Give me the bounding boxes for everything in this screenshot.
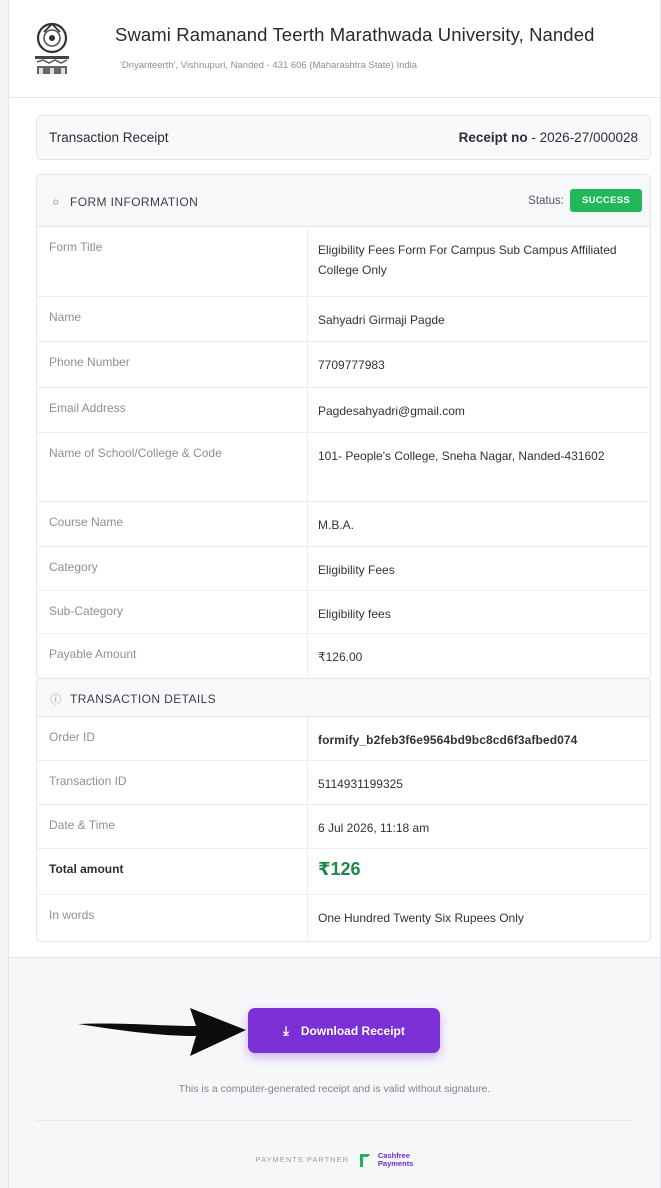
form-information-header: ⚪︎ FORM INFORMATION Status: SUCCESS — [37, 175, 650, 227]
form-information-section: ⚪︎ FORM INFORMATION Status: SUCCESS Form T… — [36, 174, 651, 679]
row-value: Pagdesahyadri@gmail.com — [318, 404, 465, 418]
row-value: Eligibility Fees — [318, 563, 395, 577]
table-row: Category Eligibility Fees — [37, 547, 650, 591]
row-label: Form Title — [37, 227, 308, 296]
receipt-number-label: Receipt no — [458, 130, 528, 145]
transaction-details-section: ⓘ TRANSACTION DETAILS Order ID formify_b2… — [36, 678, 651, 942]
table-row: Email Address Pagdesahyadri@gmail.com — [37, 388, 650, 433]
download-icon: ⤓ — [283, 1022, 289, 1038]
row-label: Order ID — [37, 717, 308, 760]
transaction-id-value: 5114931199325 — [318, 777, 403, 791]
row-label: Sub-Category — [37, 591, 308, 633]
row-label: Course Name — [37, 502, 308, 546]
row-label: In words — [37, 895, 308, 941]
row-value: Eligibility Fees Form For Campus Sub Cam… — [318, 243, 617, 277]
divider — [36, 1120, 633, 1121]
transaction-details-title: TRANSACTION DETAILS — [70, 692, 217, 706]
row-label: Phone Number — [37, 342, 308, 387]
row-label: Payable Amount — [37, 634, 308, 678]
order-id-value: formify_b2feb3f6e9564bd9bc8cd6f3afbed074 — [318, 733, 578, 747]
university-header: Swami Ramanand Teerth Marathwada Univers… — [9, 0, 660, 98]
row-value: 7709777983 — [318, 358, 385, 372]
transaction-details-header: ⓘ TRANSACTION DETAILS — [37, 679, 650, 717]
arrow-icon — [78, 1008, 246, 1056]
status-label: Status: — [528, 194, 564, 207]
receipt-number: Receipt no - 2026-27/000028 — [459, 130, 638, 145]
row-label: Name of School/College & Code — [37, 433, 308, 501]
payments-partner: PAYMENTS PARTNER Cashfree Payments — [9, 1151, 660, 1169]
table-row: Name of School/College & Code 101- Peopl… — [37, 433, 650, 502]
info-icon: ⓘ — [50, 694, 62, 706]
receipt-note: This is a computer-generated receipt and… — [178, 1083, 491, 1095]
row-value: 101- People's College, Sneha Nagar, Nand… — [318, 449, 605, 463]
table-row: Form Title Eligibility Fees Form For Cam… — [37, 227, 650, 297]
table-row: Phone Number 7709777983 — [37, 342, 650, 388]
row-value: ₹126.00 — [318, 650, 363, 664]
row-label: Name — [37, 297, 308, 341]
table-row: Name Sahyadri Girmaji Pagde — [37, 297, 650, 342]
row-value: M.B.A. — [318, 518, 355, 532]
table-row: Payable Amount ₹126.00 — [37, 634, 650, 678]
cashfree-logo-icon — [360, 1153, 371, 1167]
row-label: Transaction ID — [37, 761, 308, 804]
row-label: Category — [37, 547, 308, 590]
payments-partner-label: PAYMENTS PARTNER — [255, 1155, 350, 1165]
university-address: 'Dnyanteerth', Vishnupuri, Nanded - 431 … — [120, 60, 418, 71]
date-time-value: 6 Jul 2026, 11:18 am — [318, 821, 430, 835]
university-logo-icon — [35, 22, 69, 74]
table-row: Course Name M.B.A. — [37, 502, 650, 547]
download-receipt-button[interactable]: ⤓ Download Receipt — [248, 1008, 440, 1053]
row-label: Email Address — [37, 388, 308, 432]
table-row: In words One Hundred Twenty Six Rupees O… — [37, 895, 650, 941]
receipt-bar: Transaction Receipt Receipt no - 2026-27… — [36, 115, 651, 160]
user-icon: ⚪︎ — [51, 197, 61, 209]
table-row: Date & Time 6 Jul 2026, 11:18 am — [37, 805, 650, 849]
amount-in-words-value: One Hundred Twenty Six Rupees Only — [318, 911, 524, 925]
row-label: Date & Time — [37, 805, 308, 848]
receipt-title: Transaction Receipt — [49, 130, 169, 145]
download-receipt-label: Download Receipt — [300, 1023, 405, 1038]
cashfree-name: Cashfree Payments — [377, 1150, 414, 1168]
university-name: Swami Ramanand Teerth Marathwada Univers… — [115, 24, 595, 45]
table-row: Order ID formify_b2feb3f6e9564bd9bc8cd6f… — [37, 717, 650, 761]
row-label: Total amount — [37, 849, 308, 894]
table-row: Total amount ₹126 — [37, 849, 650, 895]
table-row: Sub-Category Eligibility fees — [37, 591, 650, 634]
status-badge: SUCCESS — [569, 189, 642, 212]
row-value: Sahyadri Girmaji Pagde — [318, 313, 445, 327]
receipt-footer: ⤓ Download Receipt This is a computer-gen… — [9, 957, 660, 1188]
row-value: Eligibility fees — [318, 607, 391, 621]
total-amount-value: ₹126 — [318, 859, 361, 879]
form-information-title: FORM INFORMATION — [70, 195, 199, 209]
status: Status: SUCCESS — [528, 189, 642, 212]
receipt-number-value: - 2026-27/000028 — [531, 130, 638, 145]
table-row: Transaction ID 5114931199325 — [37, 761, 650, 805]
